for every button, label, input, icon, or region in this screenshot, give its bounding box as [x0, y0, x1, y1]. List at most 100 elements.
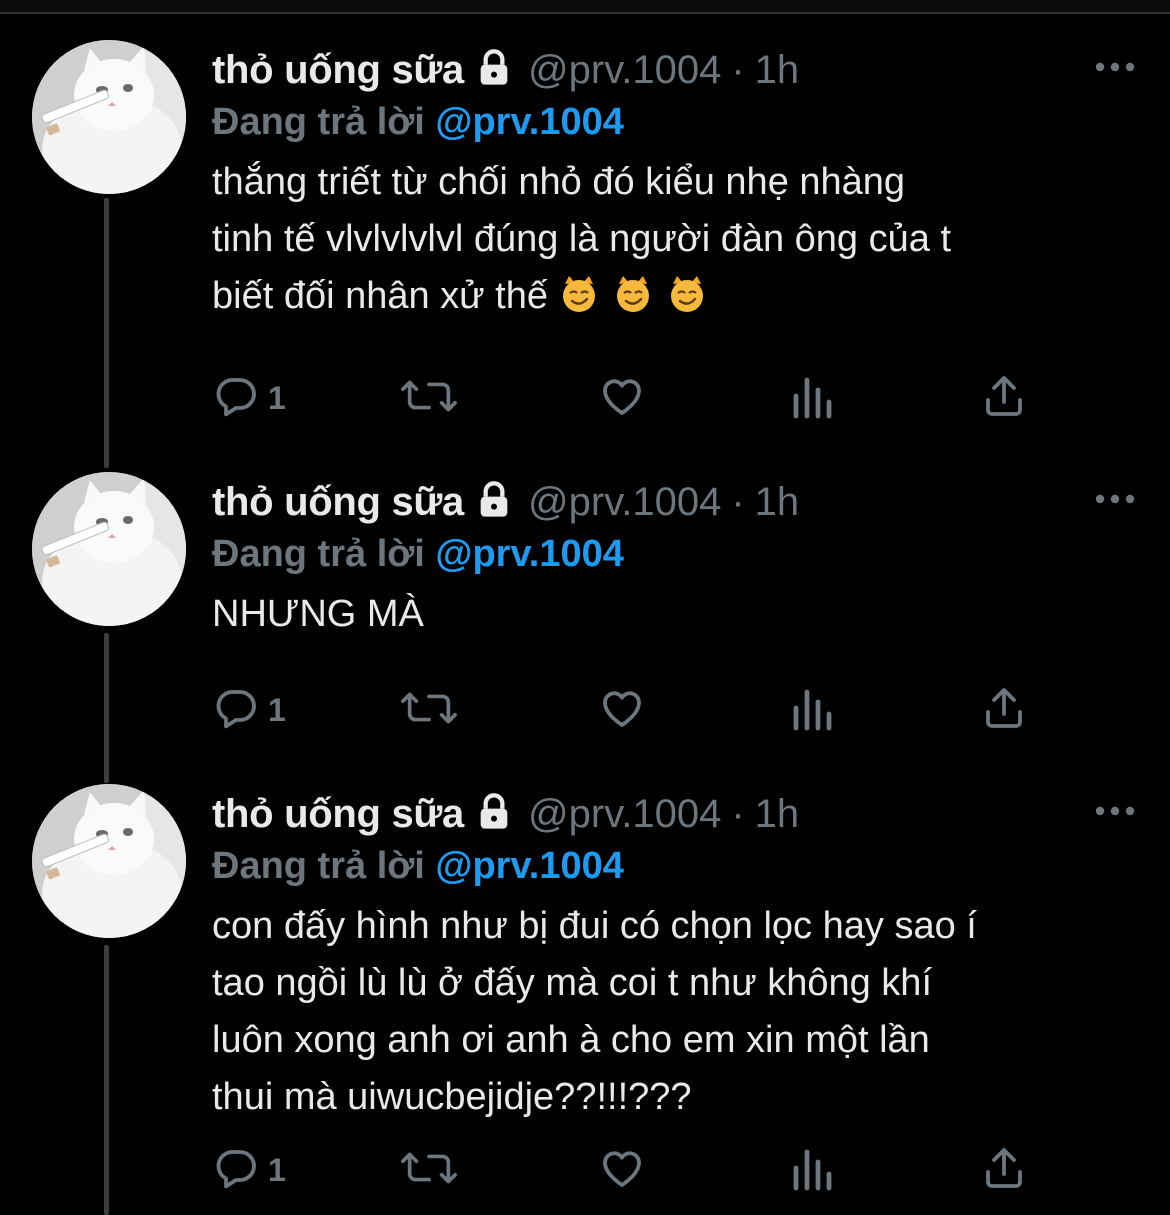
user-handle[interactable]: @prv.1004 — [528, 48, 721, 93]
reply-count: 1 — [268, 379, 286, 416]
action-bar: 1 — [212, 682, 1032, 738]
thread-line — [104, 633, 109, 783]
top-divider — [0, 0, 1170, 14]
retweet-button[interactable] — [400, 1142, 458, 1198]
tweet-text: thắng triết từ chối nhỏ đó kiểu nhẹ nhàn… — [212, 154, 1140, 331]
avatar-cat-image — [32, 784, 186, 938]
tweet-text-span: tao ngồi lù lù ở đấy mà coi t như không … — [212, 962, 932, 1004]
tweet-text-span: thui mà uiwucbejidje??!!!??? — [212, 1076, 692, 1118]
thread-line — [104, 945, 109, 1215]
replying-mention[interactable]: @prv.1004 — [435, 845, 623, 887]
replying-prefix: Đang trả lời — [212, 845, 425, 887]
views-button[interactable] — [790, 370, 834, 426]
like-button[interactable] — [598, 682, 646, 738]
timestamp[interactable]: 1h — [755, 480, 800, 525]
replying-to: Đang trả lời @prv.1004 — [212, 840, 1140, 892]
action-bar: 1 — [212, 370, 1032, 426]
views-button[interactable] — [790, 1142, 834, 1198]
avatar[interactable] — [32, 472, 186, 626]
tweet-text-span: luôn xong anh ơi anh à cho em xin một lầ… — [212, 1019, 930, 1061]
avatar[interactable] — [32, 40, 186, 194]
analytics-icon — [790, 1144, 834, 1197]
heart-icon — [598, 1144, 646, 1197]
share-button[interactable] — [980, 370, 1028, 426]
replying-to: Đang trả lời @prv.1004 — [212, 528, 1140, 580]
separator-dot: · — [731, 791, 745, 836]
replying-prefix: Đang trả lời — [212, 101, 425, 143]
retweet-button[interactable] — [400, 370, 458, 426]
separator-dot: · — [731, 479, 745, 524]
tweet-text-line: biết đối nhân xử thế — [212, 268, 1140, 331]
more-icon[interactable] — [1090, 484, 1140, 514]
like-button[interactable] — [598, 1142, 646, 1198]
tweet-content: thỏ uống sữa @prv.1004 · 1h Đang trả lời… — [212, 472, 1140, 643]
timestamp[interactable]: 1h — [755, 792, 800, 837]
reply-button[interactable]: 1 — [212, 1142, 286, 1198]
tweet-text: NHƯNG MÀ — [212, 586, 1140, 643]
display-name[interactable]: thỏ uống sữa — [212, 48, 464, 93]
lock-icon — [474, 792, 514, 837]
lock-icon — [474, 48, 514, 93]
smirk-cat-emoji — [559, 274, 599, 331]
separator-dot: · — [731, 47, 745, 92]
smirk-cat-emoji — [613, 274, 653, 331]
tweet-text-span: tinh tế vlvlvlvlvl đúng là người đàn ông… — [212, 218, 951, 260]
heart-icon — [598, 684, 646, 737]
views-button[interactable] — [790, 682, 834, 738]
avatar-cat-image — [32, 40, 186, 194]
timestamp[interactable]: 1h — [755, 48, 800, 93]
replying-mention[interactable]: @prv.1004 — [435, 533, 623, 575]
share-icon — [980, 1144, 1028, 1197]
analytics-icon — [790, 684, 834, 737]
lock-icon — [474, 480, 514, 525]
tweet-text: con đấy hình như bị đui có chọn lọc hay … — [212, 898, 1140, 1126]
tweet-text-line: con đấy hình như bị đui có chọn lọc hay … — [212, 898, 1140, 955]
action-bar: 1 — [212, 1142, 1032, 1198]
like-button[interactable] — [598, 370, 646, 426]
heart-icon — [598, 372, 646, 425]
tweet-text-span: biết đối nhân xử thế — [212, 275, 549, 317]
tweet-header: thỏ uống sữa @prv.1004 · 1h — [212, 472, 1140, 532]
tweet-text-line: tao ngồi lù lù ở đấy mà coi t như không … — [212, 955, 1140, 1012]
tweet-header: thỏ uống sữa @prv.1004 · 1h — [212, 784, 1140, 844]
tweet-text-span: NHƯNG MÀ — [212, 593, 424, 635]
reply-count: 1 — [268, 691, 286, 728]
tweet-content: thỏ uống sữa @prv.1004 · 1h Đang trả lời… — [212, 40, 1140, 331]
replying-to: Đang trả lời @prv.1004 — [212, 96, 1140, 148]
reply-icon — [212, 1144, 260, 1197]
user-handle[interactable]: @prv.1004 — [528, 792, 721, 837]
reply-button[interactable]: 1 — [212, 370, 286, 426]
retweet-icon — [400, 1144, 458, 1197]
reply-count: 1 — [268, 1151, 286, 1188]
user-handle[interactable]: @prv.1004 — [528, 480, 721, 525]
share-icon — [980, 684, 1028, 737]
smirk-cat-emoji — [667, 274, 707, 331]
share-icon — [980, 372, 1028, 425]
reply-icon — [212, 684, 260, 737]
analytics-icon — [790, 372, 834, 425]
more-icon[interactable] — [1090, 796, 1140, 826]
tweet-text-line: tinh tế vlvlvlvlvl đúng là người đàn ông… — [212, 211, 1140, 268]
retweet-button[interactable] — [400, 682, 458, 738]
retweet-icon — [400, 372, 458, 425]
tweet-text-line: thắng triết từ chối nhỏ đó kiểu nhẹ nhàn… — [212, 154, 1140, 211]
display-name[interactable]: thỏ uống sữa — [212, 480, 464, 525]
replying-mention[interactable]: @prv.1004 — [435, 101, 623, 143]
thread-line — [104, 198, 109, 468]
reply-icon — [212, 372, 260, 425]
tweet-text-line: NHƯNG MÀ — [212, 586, 1140, 643]
avatar-cat-image — [32, 472, 186, 626]
tweet-header: thỏ uống sữa @prv.1004 · 1h — [212, 40, 1140, 100]
replying-prefix: Đang trả lời — [212, 533, 425, 575]
tweet-text-line: thui mà uiwucbejidje??!!!??? — [212, 1069, 1140, 1126]
tweet-content: thỏ uống sữa @prv.1004 · 1h Đang trả lời… — [212, 784, 1140, 1126]
share-button[interactable] — [980, 1142, 1028, 1198]
display-name[interactable]: thỏ uống sữa — [212, 792, 464, 837]
avatar[interactable] — [32, 784, 186, 938]
tweet-text-line: luôn xong anh ơi anh à cho em xin một lầ… — [212, 1012, 1140, 1069]
more-icon[interactable] — [1090, 52, 1140, 82]
tweet-text-span: thắng triết từ chối nhỏ đó kiểu nhẹ nhàn… — [212, 161, 906, 203]
reply-button[interactable]: 1 — [212, 682, 286, 738]
retweet-icon — [400, 684, 458, 737]
share-button[interactable] — [980, 682, 1028, 738]
